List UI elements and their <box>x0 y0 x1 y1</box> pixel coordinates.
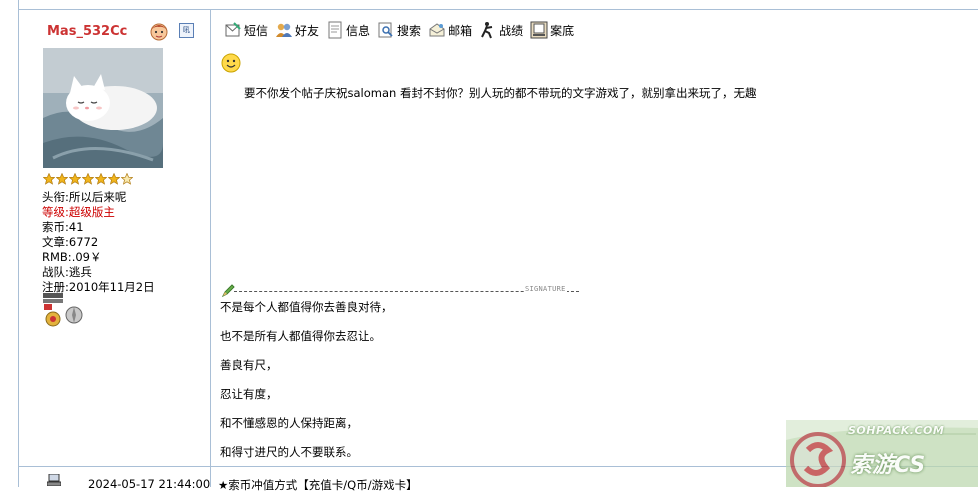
toolbar-file-label: 案底 <box>550 23 575 38</box>
toolbar-mail-label: 邮箱 <box>448 23 473 38</box>
file-icon <box>530 21 548 39</box>
search-icon <box>378 22 393 38</box>
signature-line: 善良有尺， <box>220 358 278 372</box>
top-divider <box>18 9 978 10</box>
toolbar-record-label: 战绩 <box>499 23 524 38</box>
toolbar-info[interactable]: 信息 <box>326 21 370 39</box>
signature-line: 也不是所有人都值得你去忍让。 <box>220 329 381 343</box>
toolbar-search-label: 搜索 <box>397 23 422 38</box>
info-icon <box>328 21 342 39</box>
rank-star-icon <box>121 173 133 185</box>
watermark-site-text: SOHPACK.COM <box>848 424 945 437</box>
rank-star-icon <box>43 173 55 185</box>
rank-star-icon <box>82 173 94 185</box>
toolbar-file[interactable]: 案底 <box>530 21 574 39</box>
info-title: 头衔:所以后来呢 <box>42 190 127 204</box>
info-coins: 索币:41 <box>42 220 84 234</box>
message-user-icon[interactable]: 吼 <box>179 23 194 38</box>
toolbar-mail[interactable]: 邮箱 <box>428 21 472 39</box>
signature-line: 忍让有度， <box>220 387 278 401</box>
toolbar-friends-label: 好友 <box>295 23 320 38</box>
rank-star-icon <box>95 173 107 185</box>
smiley-icon <box>221 53 241 73</box>
rank-star-icon <box>56 173 68 185</box>
info-team: 战队:逃兵 <box>42 265 92 279</box>
rank-star-icon <box>69 173 81 185</box>
pencil-icon <box>221 284 235 298</box>
post-content: 要不你发个帖子庆祝saloman 看封不封你？别人玩的都不带玩的文字游戏了，就别… <box>244 86 757 100</box>
signature: 不是每个人都值得你去善良对待， 也不是所有人都值得你去忍让。 善良有尺， 忍让有… <box>220 299 393 473</box>
friends-icon <box>276 23 293 37</box>
toolbar-record[interactable]: 战绩 <box>479 21 523 39</box>
medals-icon <box>43 293 83 327</box>
signature-label: SIGNATURE <box>524 285 567 293</box>
rank-stars <box>43 173 133 185</box>
signature-line: 和得寸进尺的人不要联系。 <box>220 445 358 459</box>
toolbar-message[interactable]: 短信 <box>224 21 268 39</box>
toolbar-info-label: 信息 <box>346 23 371 38</box>
toolbar-search[interactable]: 搜索 <box>377 21 421 39</box>
record-icon <box>481 22 493 39</box>
toolbar-friends[interactable]: 好友 <box>275 21 319 39</box>
post-timestamp: 2024-05-17 21:44:00 <box>88 477 211 491</box>
signature-line: 不是每个人都值得你去善良对待， <box>220 300 393 314</box>
mail-icon <box>429 23 445 37</box>
column-divider <box>210 9 211 487</box>
user-info: 头衔:所以后来呢 等级:超级版主 索币:41 文章:6772 RMB:.09￥ … <box>42 190 207 295</box>
info-level: 等级:超级版主 <box>42 205 115 219</box>
info-rmb: RMB:.09￥ <box>42 250 102 264</box>
signature-line: 和不懂感恩的人保持距离， <box>220 416 358 430</box>
username-link[interactable]: Mas_532Cc <box>47 24 127 39</box>
rank-star-icon <box>108 173 120 185</box>
watermark-brand-text: 索游CS <box>850 453 926 478</box>
recharge-link[interactable]: ★索币冲值方式【充值卡/Q币/游戏卡】 <box>218 477 418 493</box>
user-face-icon[interactable] <box>148 20 170 42</box>
info-posts: 文章:6772 <box>42 235 99 249</box>
message-icon <box>225 22 241 37</box>
toolbar-message-label: 短信 <box>244 23 269 38</box>
avatar <box>43 48 163 168</box>
post-toolbar: 短信 好友 信息 搜索 邮箱 战绩 案底 <box>224 20 581 40</box>
computer-icon <box>47 474 61 486</box>
